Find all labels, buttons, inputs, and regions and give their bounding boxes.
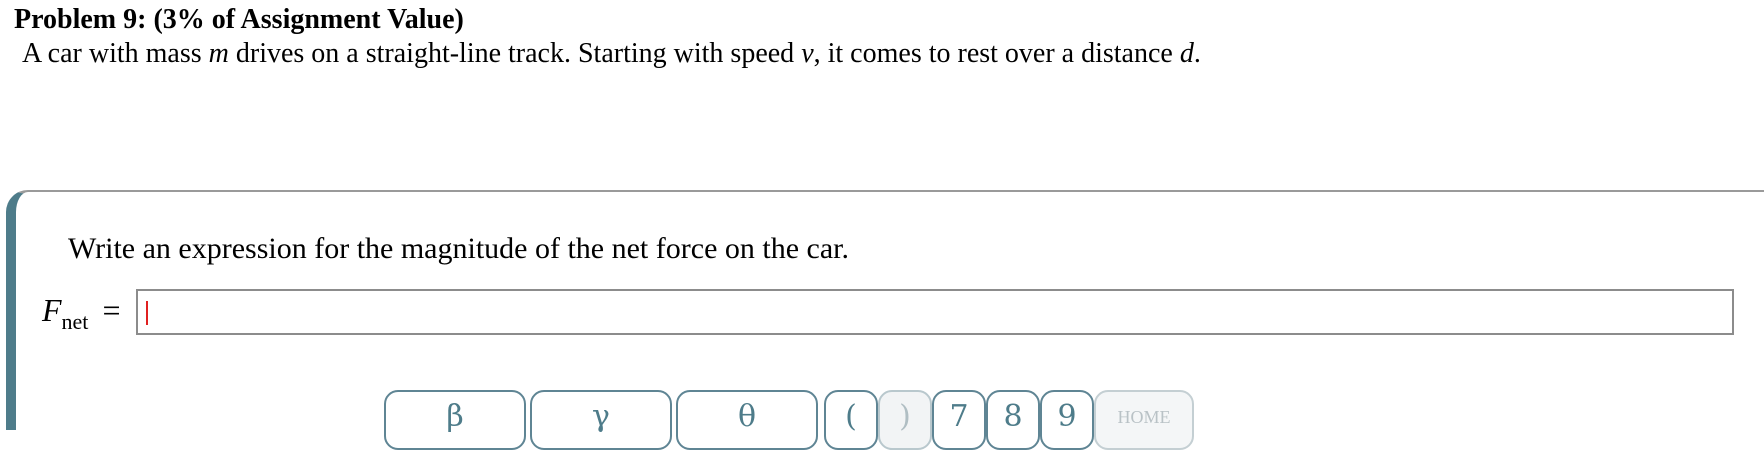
answer-subscript: net [61,309,89,334]
distance-variable: d [1179,38,1194,69]
statement-text-1: A car with mass [22,38,209,69]
equals-sign: = [102,292,121,328]
symbol-keypad: β γ θ ( ) 7 8 9 HOME [16,390,1764,450]
problem-statement: A car with mass m drives on a straight-l… [22,38,1201,70]
question-panel: Write an expression for the magnitude of… [6,190,1764,450]
answer-variable: F [42,292,62,328]
key-open-paren[interactable]: ( [824,390,878,450]
key-7[interactable]: 7 [932,390,986,450]
key-beta[interactable]: β [384,390,526,450]
answer-label: Fnet = [42,292,120,335]
key-close-paren[interactable]: ) [878,390,932,450]
key-9[interactable]: 9 [1040,390,1094,450]
mass-variable: m [208,38,229,69]
statement-text-3: , it comes to rest over a distance [813,38,1180,69]
key-8[interactable]: 8 [986,390,1040,450]
statement-text-2: drives on a straight-line track. Startin… [228,38,802,69]
answer-input[interactable] [136,289,1734,335]
speed-variable: v [801,38,814,69]
text-cursor [146,301,148,325]
key-gamma[interactable]: γ [530,390,672,450]
statement-text-4: . [1193,38,1201,69]
problem-title: Problem 9: (3% of Assignment Value) [14,4,464,35]
key-home[interactable]: HOME [1094,390,1194,450]
key-theta[interactable]: θ [676,390,818,450]
question-prompt: Write an expression for the magnitude of… [68,232,849,265]
